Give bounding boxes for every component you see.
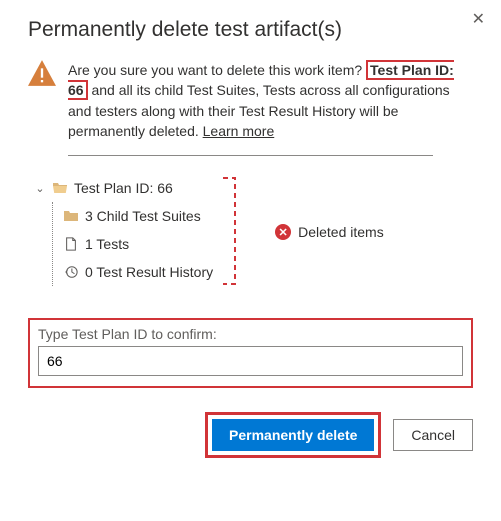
folder-icon bbox=[63, 208, 79, 224]
tree-tests-label: 1 Tests bbox=[85, 236, 129, 252]
close-icon[interactable]: ✕ bbox=[468, 8, 489, 32]
cancel-button[interactable]: Cancel bbox=[393, 419, 473, 451]
tree-child-history[interactable]: 0 Test Result History bbox=[53, 258, 213, 286]
separator bbox=[68, 155, 433, 156]
tree-child-suites[interactable]: 3 Child Test Suites bbox=[53, 202, 213, 230]
warning-icon bbox=[28, 60, 56, 86]
tree-children: 3 Child Test Suites 1 Tests 0 Test Resul… bbox=[52, 202, 213, 286]
learn-more-link[interactable]: Learn more bbox=[203, 123, 275, 139]
deleted-items-label: Deleted items bbox=[298, 224, 384, 240]
confirm-block: Type Test Plan ID to confirm: bbox=[28, 318, 473, 388]
tree-history-label: 0 Test Result History bbox=[85, 264, 213, 280]
document-icon bbox=[63, 236, 79, 252]
confirm-input[interactable] bbox=[38, 346, 463, 376]
tree-root-label: Test Plan ID: 66 bbox=[74, 180, 173, 196]
dialog-actions: Permanently delete Cancel bbox=[28, 412, 473, 458]
tree-section: ⌄ Test Plan ID: 66 3 Child Test Suites 1… bbox=[28, 174, 473, 290]
warning-pre: Are you sure you want to delete this wor… bbox=[68, 62, 362, 78]
permanently-delete-button[interactable]: Permanently delete bbox=[212, 419, 374, 451]
bracket-icon bbox=[221, 176, 241, 288]
artifact-tree: ⌄ Test Plan ID: 66 3 Child Test Suites 1… bbox=[34, 174, 213, 290]
tree-child-tests[interactable]: 1 Tests bbox=[53, 230, 213, 258]
confirm-label: Type Test Plan ID to confirm: bbox=[38, 326, 463, 342]
chevron-down-icon[interactable]: ⌄ bbox=[34, 182, 46, 195]
deleted-items: ✕ Deleted items bbox=[275, 224, 384, 240]
history-icon bbox=[63, 264, 79, 280]
tree-root-row[interactable]: ⌄ Test Plan ID: 66 bbox=[34, 174, 213, 202]
dialog-title: Permanently delete test artifact(s) bbox=[28, 18, 473, 42]
error-icon: ✕ bbox=[275, 224, 291, 240]
tree-suites-label: 3 Child Test Suites bbox=[85, 208, 201, 224]
folder-open-icon bbox=[52, 180, 68, 196]
primary-highlight: Permanently delete bbox=[205, 412, 381, 458]
warning-block: Are you sure you want to delete this wor… bbox=[28, 60, 473, 141]
warning-text: Are you sure you want to delete this wor… bbox=[68, 60, 473, 141]
